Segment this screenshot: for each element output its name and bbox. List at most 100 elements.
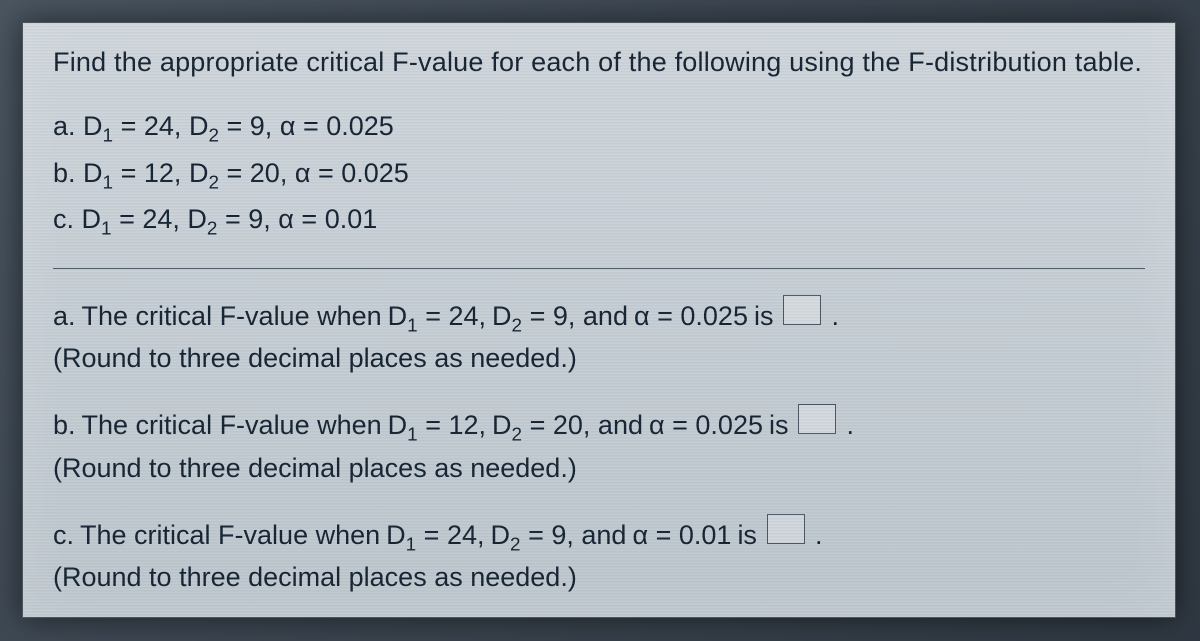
symbol-alpha: α: [280, 111, 296, 141]
value-d1-b: 12: [144, 158, 174, 188]
answer-label-b: b.: [53, 410, 76, 441]
answer-d2-a: 9: [553, 301, 568, 331]
symbol-D: D: [83, 158, 103, 188]
question-panel: Find the appropriate critical F-value fo…: [22, 22, 1176, 618]
answer-label-c: c.: [53, 520, 74, 551]
divider: [53, 268, 1145, 269]
symbol-D: D: [187, 204, 207, 234]
subscript-2: 2: [512, 315, 523, 336]
answer-input-a[interactable]: [783, 295, 821, 325]
answer-block-a: a. The critical F-value when D1 = 24, D2…: [53, 295, 1145, 374]
answer-alpha-b: 0.025: [695, 410, 763, 440]
subscript-2: 2: [208, 125, 219, 146]
equals-sign: =: [121, 111, 137, 141]
d2-term: D2 = 9, and: [492, 301, 628, 337]
d2-term: D2 = 9,: [187, 204, 278, 234]
equals-sign: =: [225, 204, 241, 234]
answer-input-b[interactable]: [798, 404, 836, 434]
subscript-2: 2: [512, 425, 523, 446]
equals-sign: =: [424, 520, 440, 550]
equals-sign: =: [425, 301, 441, 331]
comma-and: , and: [566, 520, 626, 550]
subscript-2: 2: [208, 172, 219, 193]
answer-input-c[interactable]: [767, 514, 805, 544]
alpha-term: α = 0.025: [649, 410, 763, 441]
answer-alpha-a: 0.025: [680, 301, 748, 331]
symbol-alpha: α: [634, 301, 650, 331]
answer-d2-b: 20: [553, 410, 583, 440]
answer-d1-a: 24: [448, 301, 478, 331]
symbol-D: D: [82, 204, 102, 234]
round-instruction-c: (Round to three decimal places as needed…: [53, 562, 1145, 593]
answer-d1-b: 12: [448, 410, 478, 440]
equals-sign: =: [657, 301, 673, 331]
symbol-D: D: [491, 520, 511, 550]
given-row-b: b. D1 = 12, D2 = 20, α = 0.025: [53, 153, 1145, 198]
period: .: [831, 301, 839, 332]
d1-term: D1 = 12,: [83, 158, 189, 188]
given-label-c: c.: [53, 204, 74, 234]
symbol-D: D: [388, 410, 408, 440]
equals-sign: =: [226, 111, 242, 141]
d1-term: D1 = 12,: [388, 410, 486, 446]
value-d2-b: 20: [250, 158, 280, 188]
value-d1-c: 24: [142, 204, 172, 234]
answer-post-a: is: [754, 301, 774, 332]
d1-term: D1 = 24,: [386, 520, 484, 556]
value-d2-a: 9: [250, 111, 265, 141]
subscript-1: 1: [407, 315, 418, 336]
subscript-1: 1: [103, 125, 114, 146]
period: .: [846, 410, 854, 441]
answer-post-b: is: [769, 410, 789, 441]
answer-pre-c: The critical F-value when: [80, 520, 380, 551]
equals-sign: =: [528, 520, 544, 550]
d2-term: D2 = 9, and: [491, 520, 627, 556]
answer-pre-a: The critical F-value when: [82, 301, 382, 332]
d1-term: D1 = 24,: [82, 204, 188, 234]
symbol-D: D: [492, 410, 512, 440]
equals-sign: =: [672, 410, 688, 440]
equals-sign: =: [425, 410, 441, 440]
equals-sign: =: [530, 410, 546, 440]
answer-post-c: is: [737, 520, 757, 551]
answer-d2-c: 9: [551, 520, 566, 550]
alpha-term: α = 0.01: [278, 204, 377, 234]
d2-term: D2 = 9,: [189, 111, 280, 141]
equals-sign: =: [303, 111, 319, 141]
symbol-alpha: α: [295, 158, 311, 188]
d1-term: D1 = 24,: [83, 111, 189, 141]
symbol-alpha: α: [278, 204, 294, 234]
alpha-term: α = 0.025: [634, 301, 748, 332]
given-parameters: a. D1 = 24, D2 = 9, α = 0.025 b. D1 =: [53, 106, 1145, 244]
alpha-term: α = 0.025: [280, 111, 394, 141]
subscript-1: 1: [407, 425, 418, 446]
round-instruction-b: (Round to three decimal places as needed…: [53, 453, 1145, 484]
answer-block-b: b. The critical F-value when D1 = 12, D2…: [53, 404, 1145, 483]
d2-term: D2 = 20, and: [492, 410, 643, 446]
answer-block-c: c. The critical F-value when D1 = 24, D2…: [53, 514, 1145, 593]
subscript-2: 2: [207, 219, 218, 240]
symbol-alpha: α: [632, 520, 648, 550]
given-row-c: c. D1 = 24, D2 = 9, α = 0.01: [53, 199, 1145, 244]
value-alpha-c: 0.01: [325, 204, 378, 234]
value-alpha-b: 0.025: [341, 158, 409, 188]
alpha-term: α = 0.01: [632, 520, 731, 551]
equals-sign: =: [530, 301, 546, 331]
symbol-D: D: [388, 301, 408, 331]
symbol-D: D: [386, 520, 406, 550]
symbol-D: D: [492, 301, 512, 331]
symbol-alpha: α: [649, 410, 665, 440]
answer-line-a: a. The critical F-value when D1 = 24, D2…: [53, 295, 1145, 337]
answer-label-a: a.: [53, 301, 76, 332]
d2-term: D2 = 20,: [189, 158, 295, 188]
subscript-1: 1: [103, 172, 114, 193]
subscript-1: 1: [406, 534, 417, 555]
symbol-D: D: [189, 158, 209, 188]
equals-sign: =: [301, 204, 317, 234]
answer-line-c: c. The critical F-value when D1 = 24, D2…: [53, 514, 1145, 556]
subscript-1: 1: [101, 219, 112, 240]
alpha-term: α = 0.025: [295, 158, 409, 188]
answer-line-b: b. The critical F-value when D1 = 12, D2…: [53, 404, 1145, 446]
comma-and: , and: [568, 301, 628, 331]
comma-and: , and: [583, 410, 643, 440]
